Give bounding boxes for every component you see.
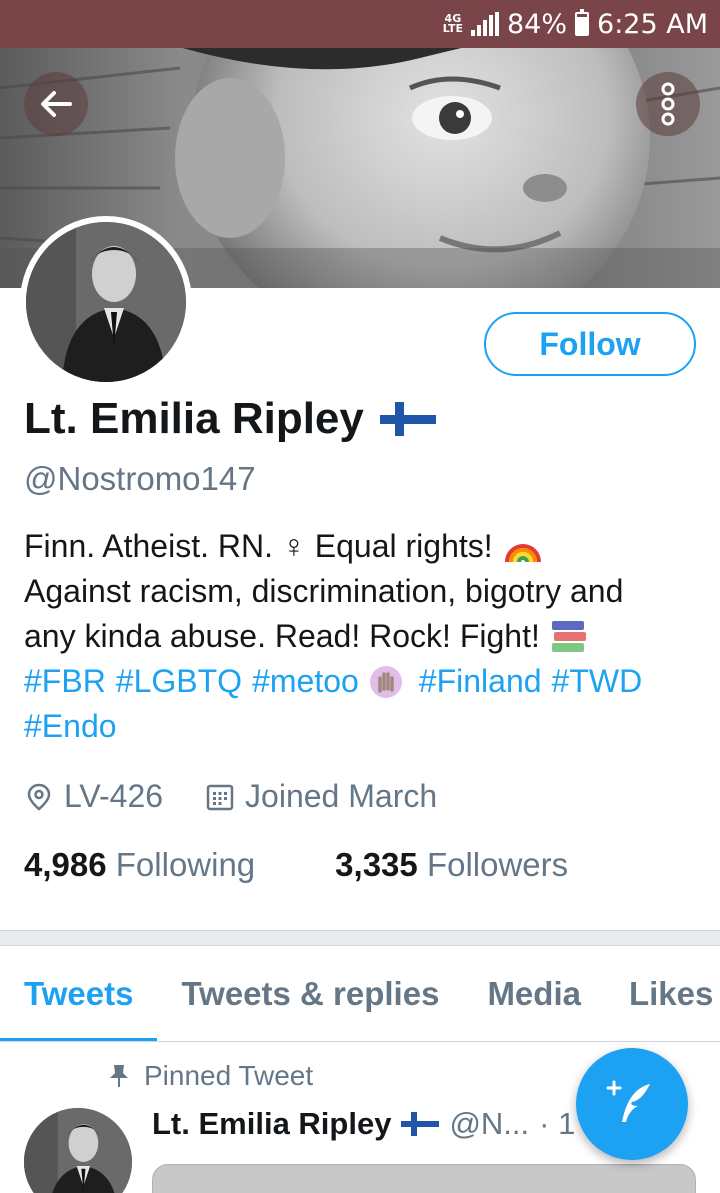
finland-flag-icon xyxy=(379,402,436,436)
rainbow-icon xyxy=(504,543,541,562)
display-name-text: Lt. Emilia Ripley xyxy=(24,394,364,443)
bio-hashtags: #FBR #LGBTQ #metoo #Finland #TWD xyxy=(24,659,704,704)
bio-text: any kinda abuse. Read! Rock! Fight! xyxy=(24,618,540,654)
books-icon xyxy=(551,620,586,652)
bio-line: any kinda abuse. Read! Rock! Fight! xyxy=(24,614,704,659)
following-count: 4,986 xyxy=(24,846,107,883)
tab-tweets[interactable]: Tweets xyxy=(0,946,158,1041)
tab-likes[interactable]: Likes xyxy=(605,946,720,1041)
bio-hashtags: #Endo xyxy=(24,704,704,749)
following-label: Following xyxy=(115,846,256,883)
followers-label: Followers xyxy=(426,846,569,883)
back-button[interactable] xyxy=(24,72,88,136)
followers-count: 3,335 xyxy=(335,846,418,883)
tweet-author-handle: @N... xyxy=(449,1106,530,1141)
vertical-dots-icon xyxy=(661,82,675,126)
more-options-button[interactable] xyxy=(636,72,700,136)
tweet-author-name[interactable]: Lt. Emilia Ripley xyxy=(152,1106,391,1142)
location-pin-icon xyxy=(27,783,51,811)
pinned-text: Pinned Tweet xyxy=(144,1060,314,1091)
profile-display-name: Lt. Emilia Ripley xyxy=(24,394,436,444)
bio-text: Finn. Atheist. RN. ♀ Equal rights! xyxy=(24,528,493,564)
tweet-timestamp: · 1 xyxy=(539,1106,576,1141)
hashtag-link[interactable]: #FBR xyxy=(24,659,106,704)
compose-tweet-button[interactable] xyxy=(576,1048,688,1160)
tab-tweets-and-replies[interactable]: Tweets & replies xyxy=(157,946,463,1041)
follow-button[interactable]: Follow xyxy=(484,312,696,376)
avatar-photo xyxy=(26,222,186,382)
bio-line: Finn. Atheist. RN. ♀ Equal rights! xyxy=(24,524,704,569)
hashtag-link[interactable]: #TWD xyxy=(552,659,643,704)
tweet-media-preview[interactable] xyxy=(152,1164,696,1193)
profile-avatar[interactable] xyxy=(20,216,192,388)
calendar-icon xyxy=(206,784,234,810)
profile-location: LV-426 xyxy=(64,778,164,814)
arrow-left-icon xyxy=(41,91,72,117)
status-bar: 4G LTE 84% 6:25 AM xyxy=(0,0,720,48)
signal-strength-icon xyxy=(471,12,499,36)
profile-tabs: Tweets Tweets & replies Media Likes xyxy=(0,946,720,1042)
bio-line: Against racism, discrimination, bigotry … xyxy=(24,569,704,614)
compose-feather-icon xyxy=(606,1080,650,1122)
battery-percent: 84% xyxy=(507,8,568,40)
raised-hand-icon xyxy=(369,665,402,698)
pin-icon xyxy=(110,1065,128,1087)
battery-icon xyxy=(575,9,590,36)
profile-meta: LV-426 Joined March xyxy=(24,778,437,815)
tab-media[interactable]: Media xyxy=(463,946,605,1041)
followers-count-link[interactable]: 3,335 Followers xyxy=(335,846,568,884)
tweet-author-avatar[interactable] xyxy=(24,1108,132,1193)
tweet-header: Lt. Emilia Ripley @N... · 1 xyxy=(152,1106,575,1142)
bio-text: Against racism, discrimination, bigotry … xyxy=(24,573,624,609)
status-icons: 4G LTE 84% 6:25 AM xyxy=(443,0,708,48)
profile-bio: Finn. Atheist. RN. ♀ Equal rights! Again… xyxy=(24,524,704,749)
hashtag-link[interactable]: #metoo xyxy=(252,659,359,704)
network-type-indicator: 4G LTE xyxy=(442,12,463,35)
hashtag-link[interactable]: #Endo xyxy=(24,704,117,749)
profile-joined-date: Joined March xyxy=(245,778,438,814)
section-divider xyxy=(0,930,720,946)
following-count-link[interactable]: 4,986 Following xyxy=(24,846,255,884)
pinned-tweet-label: Pinned Tweet xyxy=(108,1060,313,1092)
profile-handle: @Nostromo147 xyxy=(24,460,256,497)
clock: 6:25 AM xyxy=(597,8,708,40)
finland-flag-icon xyxy=(401,1112,440,1136)
hashtag-link[interactable]: #Finland xyxy=(419,659,542,704)
profile-counts: 4,986 Following 3,335 Followers xyxy=(24,846,568,884)
hashtag-link[interactable]: #LGBTQ xyxy=(116,659,242,704)
